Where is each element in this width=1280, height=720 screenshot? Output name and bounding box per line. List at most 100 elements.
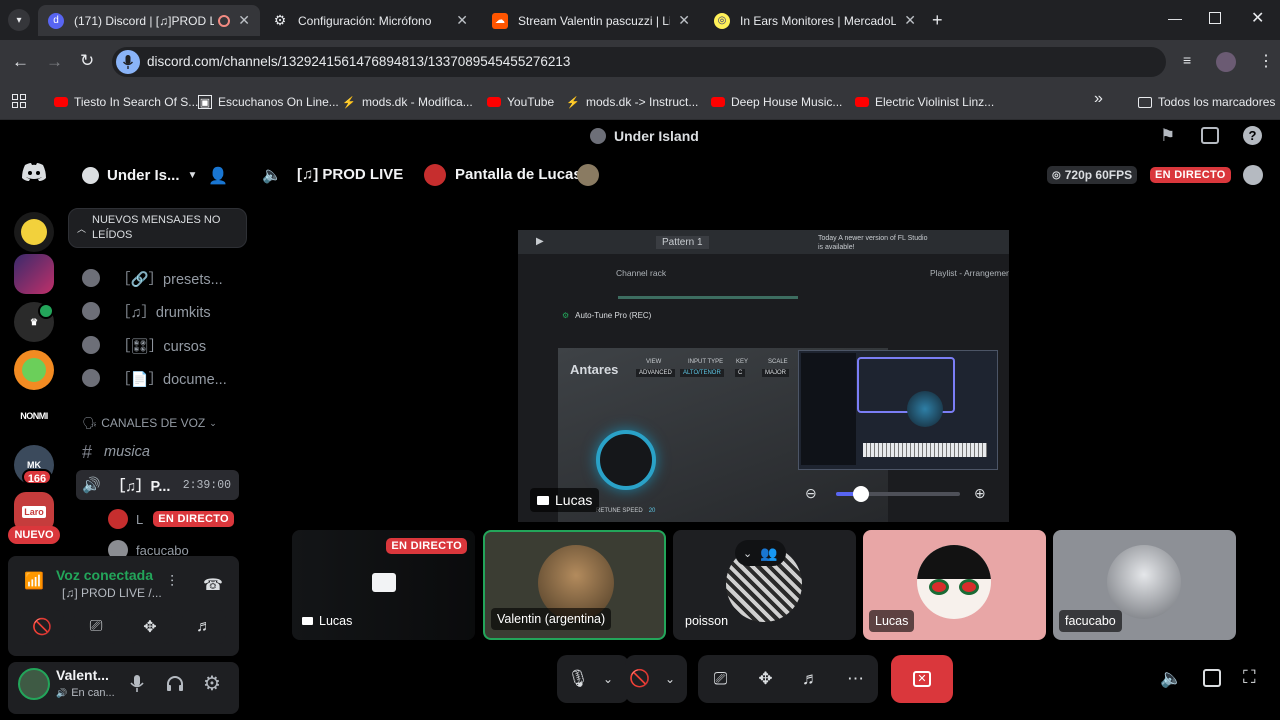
participant-options[interactable]: ⌄ 👥: [735, 540, 786, 566]
gear-icon: ⚙: [273, 12, 287, 28]
stage-speaker-icon[interactable]: 🔈: [262, 165, 282, 185]
media-controls-icon[interactable]: ≡: [1183, 52, 1191, 68]
close-tab-icon[interactable]: ✕: [456, 12, 468, 29]
more-options-icon[interactable]: ⋯: [841, 669, 871, 689]
soundboard-button[interactable]: ♬: [182, 610, 226, 644]
participant-tile[interactable]: EN DIRECTO Lucas: [292, 530, 475, 640]
chevron-up-icon: ︿: [77, 223, 87, 234]
flag-icon[interactable]: ⚑: [1160, 126, 1175, 146]
discord-app: Under Island ⚑ ? ♛ NONMI MK 166 Laro NUE…: [0, 120, 1280, 720]
fl-channel-rack-label: Channel rack: [616, 268, 667, 278]
settings-gear-icon[interactable]: ⚙: [203, 671, 221, 696]
bookmark-item[interactable]: ⚡ mods.dk - Modifica...: [342, 92, 473, 112]
zoom-slider-thumb[interactable]: [852, 486, 869, 502]
reload-icon[interactable]: ↻: [80, 51, 94, 71]
volume-icon[interactable]: 🔈: [1160, 668, 1182, 689]
channel-musica[interactable]: # musica: [82, 439, 150, 465]
bookmark-item[interactable]: Deep House Music...: [711, 92, 842, 112]
channel-forum-documentos[interactable]: ［📄］docume...: [82, 365, 227, 391]
close-tab-icon[interactable]: ✕: [904, 12, 916, 29]
channel-forum-drumkits[interactable]: ［♫］drumkits: [82, 298, 211, 324]
zoom-slider-track[interactable]: [836, 486, 960, 502]
discord-home-button[interactable]: [14, 152, 54, 192]
fl-pattern: Pattern 1: [656, 236, 709, 249]
participant-tile[interactable]: Lucas: [863, 530, 1046, 640]
browser-menu-icon[interactable]: ⋮: [1258, 51, 1274, 71]
participant-tile[interactable]: facucabo: [1053, 530, 1236, 640]
bookmark-item[interactable]: Electric Violinist Linz...: [855, 92, 994, 112]
disconnect-icon[interactable]: ☎: [203, 575, 223, 595]
microphone-icon[interactable]: [130, 675, 144, 693]
channel-forum-presets[interactable]: ［🔗］presets...: [82, 265, 223, 291]
username[interactable]: Valent...: [56, 667, 109, 683]
bookmark-item[interactable]: Tiesto In Search Of S...: [54, 92, 198, 112]
new-tab-button[interactable]: +: [932, 10, 943, 31]
help-icon[interactable]: ?: [1243, 126, 1262, 145]
new-servers-badge[interactable]: NUEVO: [8, 526, 60, 544]
server-header[interactable]: Under Is... ▼: [82, 164, 197, 186]
unread-messages-banner[interactable]: ︿ NUEVOS MENSAJES NO LEÍDOS: [68, 208, 247, 248]
noise-suppression-icon[interactable]: ⫶: [170, 574, 174, 592]
tab-discord[interactable]: d (171) Discord | [♫]PROD LIVE ✕: [38, 5, 260, 36]
invite-people-icon[interactable]: 👤: [208, 166, 228, 186]
all-bookmarks-folder[interactable]: Todos los marcadores: [1138, 92, 1275, 112]
voice-category-header[interactable]: 🗣 CANALES DE VOZ ⌄: [82, 416, 217, 430]
fullscreen-icon[interactable]: ⛶: [1243, 667, 1256, 688]
participant-tile[interactable]: ⌄ 👥 poisson: [673, 530, 856, 640]
tab-settings-microphone[interactable]: ⚙ Configuración: Micrófono ✕: [262, 5, 478, 36]
headphones-icon[interactable]: [166, 675, 184, 692]
bookmark-item[interactable]: YouTube: [487, 92, 554, 112]
close-tab-icon[interactable]: ✕: [238, 12, 250, 29]
server-icon[interactable]: [14, 212, 54, 252]
soundboard-icon[interactable]: ♬: [796, 669, 826, 689]
mic-permission-icon[interactable]: [116, 50, 140, 74]
camera-control[interactable]: 🚫 ⌄: [625, 655, 687, 703]
close-tab-icon[interactable]: ✕: [678, 12, 690, 29]
voice-channel-prod-live[interactable]: 🔊 ［♫］P... 2:39:00: [76, 470, 239, 500]
camera-off-icon: 🚫: [32, 619, 52, 636]
microphone-control[interactable]: 🎙 ⌄: [557, 655, 629, 703]
tab-soundcloud[interactable]: ☁ Stream Valentin pascuzzi | Listen ✕: [482, 5, 700, 36]
avatar[interactable]: [18, 668, 50, 700]
chat-bubble-icon[interactable]: [1243, 165, 1263, 185]
restore-window-icon[interactable]: [1209, 12, 1221, 24]
voice-user-row[interactable]: L EN DIRECTO: [108, 509, 234, 529]
bookmark-item[interactable]: ⚡ mods.dk -> Instruct...: [566, 92, 698, 112]
address-bar[interactable]: discord.com/channels/1329241561476894813…: [112, 47, 1166, 77]
participant-tile-speaking[interactable]: Valentin (argentina): [483, 530, 666, 640]
tab-search-button[interactable]: ▾: [8, 9, 30, 31]
autotune-key-value: C: [735, 369, 746, 377]
profile-avatar[interactable]: [1216, 52, 1236, 72]
popout-icon[interactable]: [1203, 669, 1221, 687]
bookmark-item[interactable]: ▣ Escuchanos On Line...: [198, 92, 339, 112]
connection-signal-icon[interactable]: 📶: [24, 571, 44, 591]
channel-forum-cursos[interactable]: ［🎛］cursos: [82, 332, 206, 358]
leave-call-button[interactable]: ✕: [891, 655, 953, 703]
tab-mercadolibre[interactable]: ◎ In Ears Monitores | MercadoLibre ✕: [704, 5, 926, 36]
minimize-window-icon[interactable]: —: [1168, 10, 1182, 26]
screen-share-button[interactable]: ⎚: [74, 610, 118, 644]
server-icon[interactable]: NONMI: [14, 396, 54, 436]
chevron-down-icon: ⌄: [209, 417, 217, 428]
activities-button[interactable]: ✥: [128, 610, 172, 644]
screen-share-icon[interactable]: ⎚: [706, 669, 736, 689]
close-window-icon[interactable]: ✕: [1251, 8, 1264, 28]
voice-status[interactable]: Voz conectada: [56, 567, 153, 583]
fl-track-line: [618, 296, 798, 299]
server-icon[interactable]: [14, 254, 54, 294]
stream-viewport[interactable]: ▶ Pattern 1 Today A newer version of FL …: [518, 230, 1009, 522]
inbox-icon[interactable]: [1201, 127, 1219, 144]
more-bookmarks-icon[interactable]: »: [1094, 90, 1103, 108]
forward-icon[interactable]: →: [46, 52, 63, 72]
tile-name-label: poisson: [685, 614, 729, 628]
back-icon[interactable]: ←: [12, 52, 29, 72]
voice-channel-link[interactable]: [♫] PROD LIVE /...: [62, 586, 162, 600]
apps-grid-icon[interactable]: [12, 94, 26, 108]
camera-off-button[interactable]: 🚫: [20, 610, 64, 644]
zoom-in-icon[interactable]: ⊕: [974, 485, 986, 502]
zoom-out-icon[interactable]: ⊖: [805, 485, 817, 502]
activities-icon[interactable]: ✥: [751, 669, 781, 689]
server-icon[interactable]: [14, 350, 54, 390]
youtube-icon: [855, 97, 869, 107]
fl-news: Today A newer version of FL Studio is av…: [818, 235, 928, 251]
